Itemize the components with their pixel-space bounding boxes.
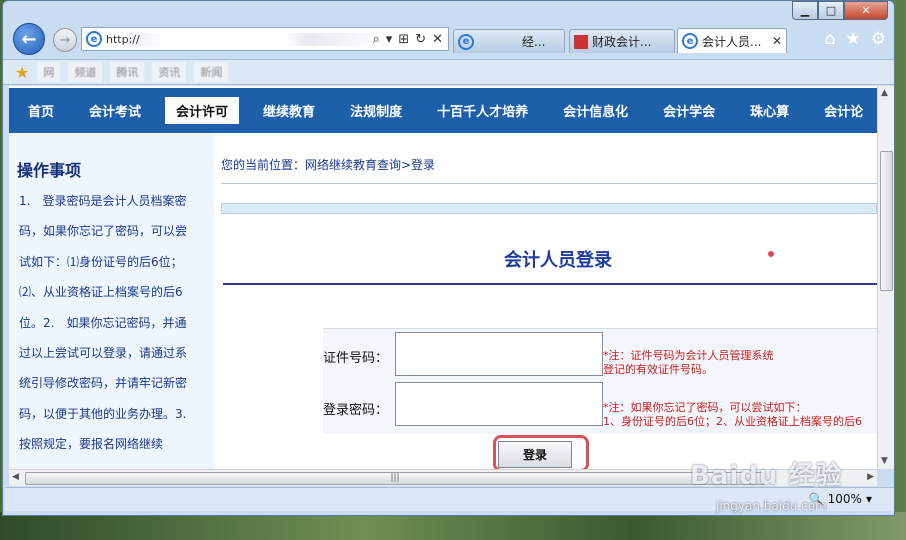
- nav-item-talent[interactable]: 十百千人才培养: [426, 97, 539, 124]
- ie-icon: e: [682, 33, 698, 49]
- favorite-item[interactable]: 腾讯: [110, 62, 145, 82]
- horizontal-scroll-thumb[interactable]: |||: [25, 472, 765, 485]
- zoom-dropdown-icon[interactable]: ▾: [866, 492, 872, 506]
- close-window-button[interactable]: ✕: [844, 1, 888, 20]
- nav-item-regulations[interactable]: 法规制度: [339, 97, 413, 124]
- favorite-item[interactable]: 资讯: [152, 62, 187, 82]
- vertical-scrollbar[interactable]: ▲ ▼: [877, 86, 894, 469]
- page-content: 首页 会计考试 会计许可 继续教育 法规制度 十百千人才培养 会计信息化 会计学…: [9, 86, 877, 469]
- page-icon: [574, 34, 588, 49]
- star-icon[interactable]: ★: [15, 63, 29, 82]
- scroll-left-arrow-icon[interactable]: ◀: [12, 472, 19, 482]
- search-icon[interactable]: ⌕: [372, 32, 379, 47]
- header-bar: [221, 203, 877, 214]
- tab-close-icon[interactable]: ✕: [772, 34, 782, 48]
- status-bar: 🔍 100% ▾: [5, 487, 894, 511]
- address-text[interactable]: http:///e: [106, 32, 369, 46]
- tab-active[interactable]: e 会计人员... ✕: [677, 28, 787, 53]
- nav-item-informatization[interactable]: 会计信息化: [552, 97, 639, 124]
- caption-buttons: ▁ □ ✕: [792, 1, 888, 21]
- forward-button[interactable]: →: [53, 28, 77, 52]
- scroll-down-arrow-icon[interactable]: ▼: [881, 456, 888, 466]
- address-tools: ⌕ ▾ ⊞ ↻ ✕: [372, 32, 448, 47]
- zoom-icon: 🔍: [808, 492, 824, 506]
- favorites-bar: ★ 网 频道 腾讯 资讯 新闻: [3, 59, 894, 85]
- tab-1[interactable]: e 经...: [453, 29, 565, 53]
- zoom-level: 100%: [827, 492, 862, 506]
- refresh-icon[interactable]: ↻: [415, 32, 426, 47]
- divider: [221, 183, 877, 184]
- sidebar-title: 操作事项: [17, 161, 82, 180]
- vertical-scroll-thumb[interactable]: [880, 151, 893, 291]
- address-bar[interactable]: e http:///e ⌕ ▾ ⊞ ↻ ✕: [81, 27, 449, 51]
- tab-2[interactable]: 财政会计...: [569, 29, 675, 53]
- tab-label: 财政会计...: [592, 35, 652, 49]
- nav-item-education[interactable]: 继续教育: [252, 97, 326, 124]
- desktop-background: [0, 512, 906, 540]
- stop-icon[interactable]: ✕: [432, 32, 443, 47]
- maximize-button[interactable]: □: [818, 1, 844, 20]
- id-note-line-1: *注：证件号码为会计人员管理系统: [603, 349, 774, 362]
- horizontal-scrollbar[interactable]: ◀ ||| ▶: [9, 469, 877, 486]
- ie-icon: e: [86, 31, 102, 47]
- favorite-item[interactable]: 网: [37, 62, 61, 82]
- nav-item-home[interactable]: 首页: [17, 97, 65, 124]
- gear-icon[interactable]: ⚙: [871, 29, 886, 49]
- id-note-line-2: 登记的有效证件号码。: [603, 363, 713, 376]
- password-label: 登录密码：: [323, 403, 389, 418]
- home-icon[interactable]: ⌂: [825, 29, 836, 49]
- nav-item-society[interactable]: 会计学会: [652, 97, 726, 124]
- sidebar-instructions: 1. 登录密码是会计人员档案密码，如果你忘记了密码，可以尝试如下：⑴身份证号的后…: [19, 194, 199, 452]
- scroll-right-arrow-icon[interactable]: ▶: [867, 472, 874, 482]
- ie-icon: e: [458, 33, 474, 50]
- zoom-control[interactable]: 🔍 100% ▾: [809, 492, 872, 506]
- dropdown-icon[interactable]: ▾: [386, 32, 393, 47]
- red-dot: [768, 251, 774, 257]
- title-divider: [223, 283, 877, 285]
- nav-item-exam[interactable]: 会计考试: [78, 97, 152, 124]
- nav-item-license[interactable]: 会计许可: [165, 97, 240, 124]
- back-button[interactable]: ←: [13, 23, 45, 55]
- favorites-star-icon[interactable]: ★: [846, 29, 861, 49]
- tab-label: 经...: [522, 35, 546, 49]
- compatibility-icon[interactable]: ⊞: [398, 32, 409, 47]
- password-note-line-1: *注：如果你忘记了密码，可以尝试如下：: [603, 401, 807, 414]
- favorite-item[interactable]: 频道: [68, 62, 103, 82]
- nav-item-forum[interactable]: 会计论: [813, 97, 874, 124]
- browser-window: ▁ □ ✕ ← → e http:///e ⌕ ▾ ⊞ ↻ ✕ e 经... 财…: [2, 0, 895, 516]
- favorite-item[interactable]: 新闻: [194, 62, 229, 82]
- login-button[interactable]: 登录: [498, 441, 572, 468]
- nav-item-abacus[interactable]: 珠心算: [739, 97, 800, 124]
- password-input[interactable]: [395, 382, 603, 426]
- id-number-input[interactable]: [395, 332, 603, 376]
- minimize-button[interactable]: ▁: [792, 1, 818, 20]
- password-note-line-2: 1、身份证号的后6位；2、从业资格证上档案号的后6: [603, 415, 862, 428]
- breadcrumb: 您的当前位置：网络继续教育查询>登录: [221, 158, 436, 172]
- id-label: 证件号码：: [323, 351, 389, 366]
- login-title: 会计人员登录: [504, 250, 612, 271]
- tab-label: 会计人员...: [702, 34, 762, 49]
- scroll-up-arrow-icon[interactable]: ▲: [881, 88, 888, 98]
- login-form: 证件号码： *注：证件号码为会计人员管理系统 登记的有效证件号码。 登录密码： …: [323, 328, 877, 434]
- sidebar: 操作事项 1. 登录密码是会计人员档案密码，如果你忘记了密码，可以尝试如下：⑴身…: [9, 133, 214, 469]
- toolbar-icons: ⌂ ★ ⚙: [825, 29, 886, 49]
- navigation-bar: ← → e http:///e ⌕ ▾ ⊞ ↻ ✕ e 经... 财政会计...…: [3, 21, 894, 57]
- main-nav: 首页 会计考试 会计许可 继续教育 法规制度 十百千人才培养 会计信息化 会计学…: [9, 88, 877, 133]
